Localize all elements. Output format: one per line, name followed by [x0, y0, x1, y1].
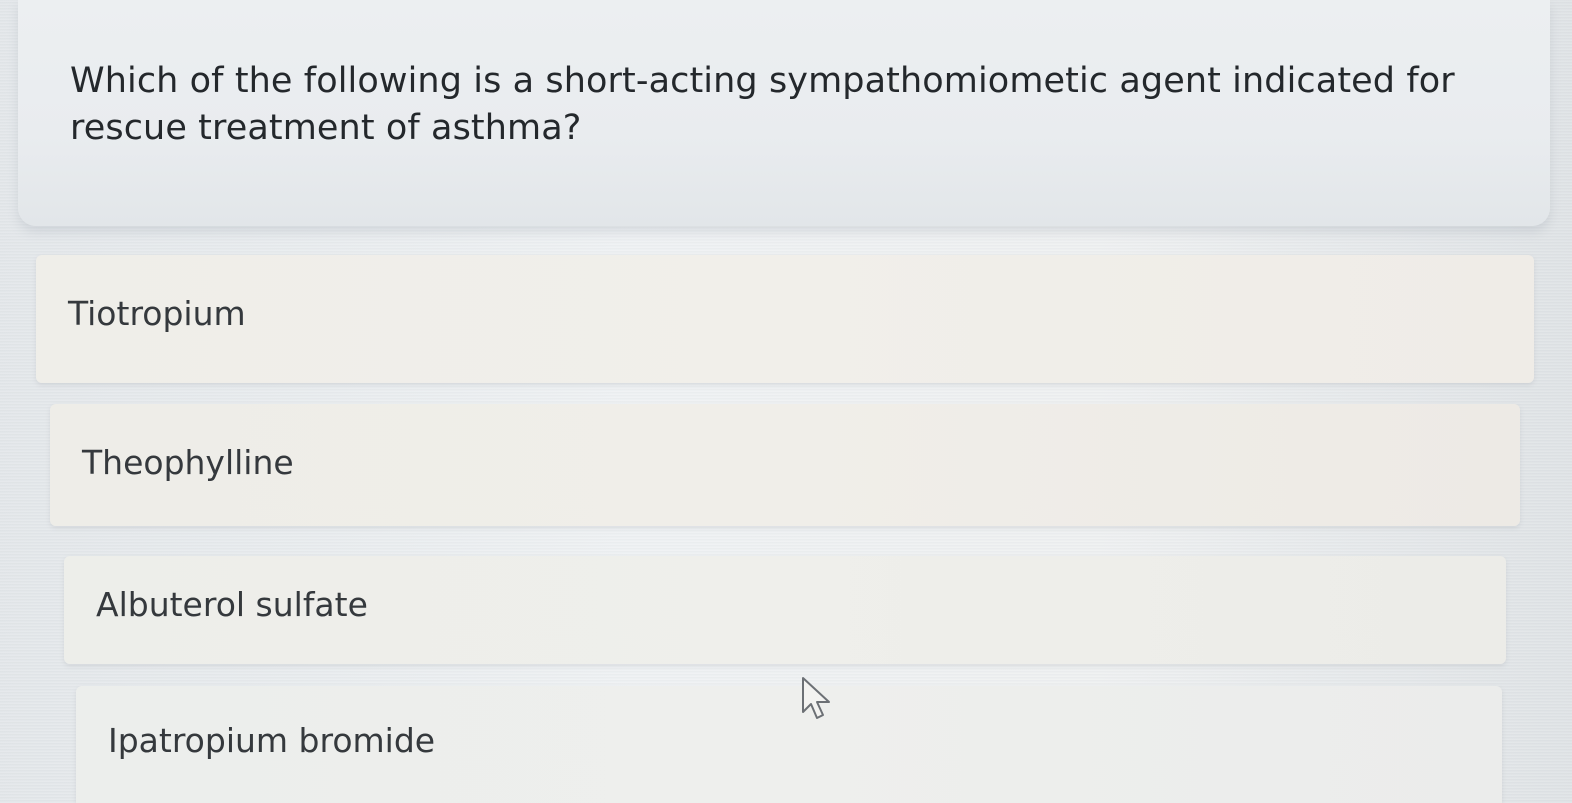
- quiz-screen: Which of the following is a short-acting…: [0, 0, 1572, 803]
- mouse-pointer-icon: [802, 677, 830, 719]
- answer-option-label: Theophylline: [82, 443, 294, 482]
- answer-option-label: Ipatropium bromide: [108, 721, 436, 760]
- answer-option-label: Tiotropium: [68, 294, 246, 333]
- answer-option-label: Albuterol sulfate: [96, 585, 368, 624]
- answer-option-tiotropium[interactable]: [36, 255, 1534, 383]
- answer-options: Tiotropium Theophylline Albuterol sulfat…: [0, 0, 1572, 803]
